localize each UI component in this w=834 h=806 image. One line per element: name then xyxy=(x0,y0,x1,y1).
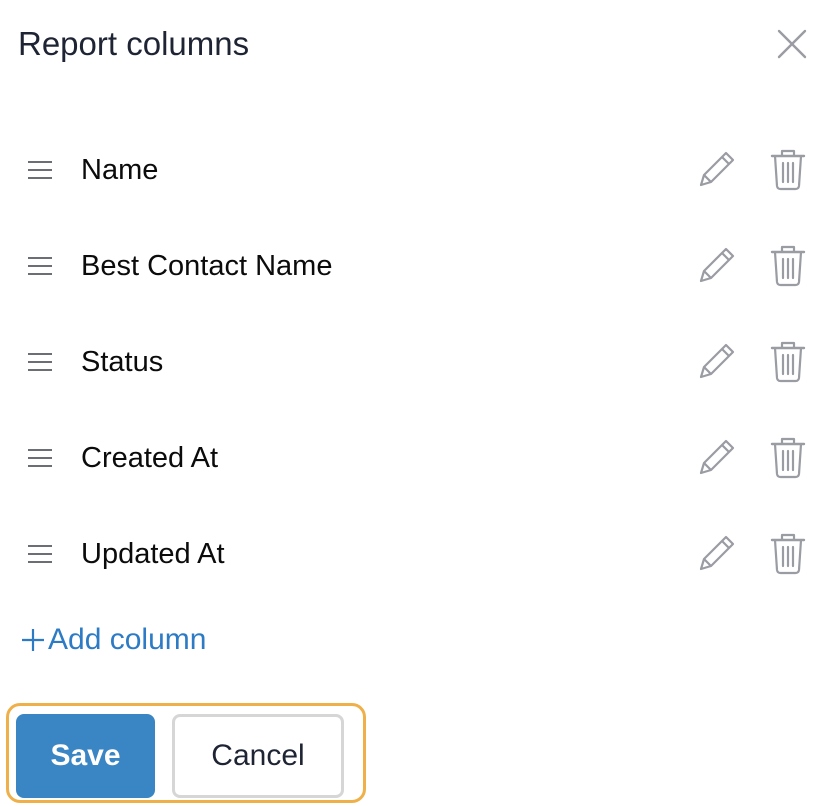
column-label: Created At xyxy=(81,442,219,474)
drag-handle-icon[interactable] xyxy=(26,542,54,566)
trash-icon xyxy=(770,437,806,479)
edit-column-button[interactable] xyxy=(696,436,738,478)
column-label: Best Contact Name xyxy=(81,250,333,282)
delete-column-button[interactable] xyxy=(769,148,807,192)
column-row: Name xyxy=(0,140,834,200)
drag-handle-icon[interactable] xyxy=(26,158,54,182)
pencil-icon xyxy=(699,535,735,571)
plus-icon xyxy=(20,627,46,653)
close-button[interactable] xyxy=(772,24,812,64)
add-column-label: Add column xyxy=(48,623,207,656)
trash-icon xyxy=(770,341,806,383)
delete-column-button[interactable] xyxy=(769,340,807,384)
pencil-icon xyxy=(699,151,735,187)
edit-column-button[interactable] xyxy=(696,148,738,190)
column-row: Status xyxy=(0,332,834,392)
delete-column-button[interactable] xyxy=(769,532,807,576)
column-row: Updated At xyxy=(0,524,834,584)
delete-column-button[interactable] xyxy=(769,436,807,480)
edit-column-button[interactable] xyxy=(696,532,738,574)
close-icon xyxy=(777,29,807,59)
pencil-icon xyxy=(699,247,735,283)
trash-icon xyxy=(770,149,806,191)
pencil-icon xyxy=(699,439,735,475)
pencil-icon xyxy=(699,343,735,379)
edit-column-button[interactable] xyxy=(696,244,738,286)
dialog-title: Report columns xyxy=(18,25,250,62)
cancel-button[interactable]: Cancel xyxy=(172,714,344,798)
drag-handle-icon[interactable] xyxy=(26,254,54,278)
delete-column-button[interactable] xyxy=(769,244,807,288)
trash-icon xyxy=(770,245,806,287)
drag-handle-icon[interactable] xyxy=(26,350,54,374)
trash-icon xyxy=(770,533,806,575)
column-label: Name xyxy=(81,154,159,186)
column-label: Updated At xyxy=(81,538,225,570)
add-column-link[interactable]: Add column xyxy=(20,620,206,660)
edit-column-button[interactable] xyxy=(696,340,738,382)
column-row: Best Contact Name xyxy=(0,236,834,296)
column-label: Status xyxy=(81,346,164,378)
save-button[interactable]: Save xyxy=(16,714,155,798)
drag-handle-icon[interactable] xyxy=(26,446,54,470)
column-row: Created At xyxy=(0,428,834,488)
